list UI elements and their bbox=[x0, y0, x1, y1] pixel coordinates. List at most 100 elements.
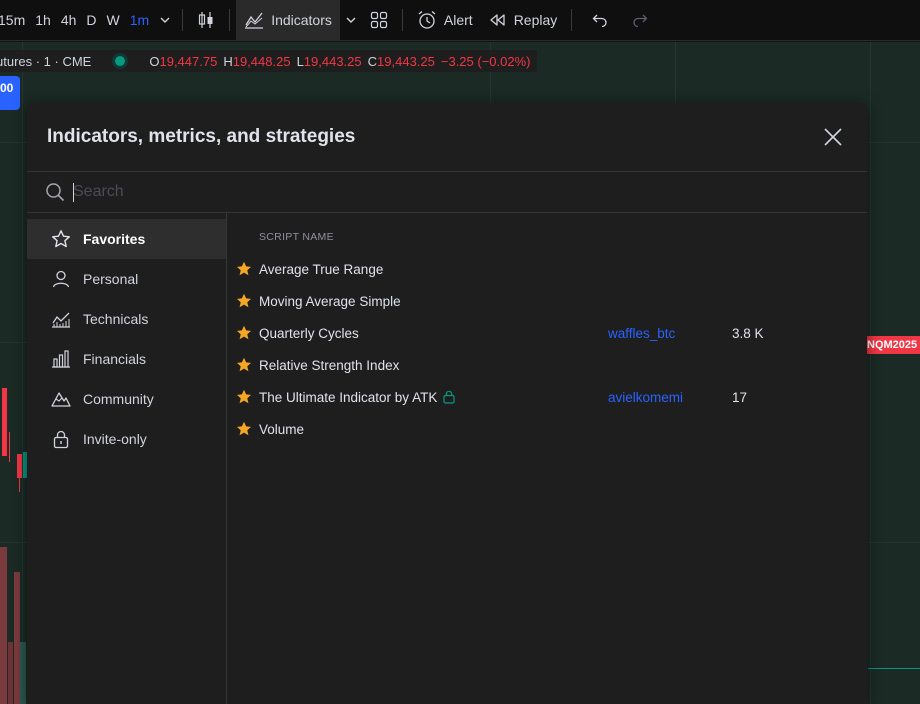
script-row[interactable]: Average True Range bbox=[227, 253, 867, 285]
script-name: Quarterly Cycles bbox=[259, 325, 359, 341]
sidebar-item-technicals[interactable]: Technicals bbox=[27, 299, 226, 339]
symbol-name: utures · 1 · CME bbox=[0, 53, 92, 69]
timeframe-dropdown-button[interactable] bbox=[154, 0, 176, 41]
low-key: L bbox=[296, 53, 304, 69]
layout-button[interactable] bbox=[362, 0, 396, 41]
candle bbox=[2, 388, 7, 456]
search-icon bbox=[46, 183, 65, 202]
lock-icon bbox=[443, 390, 455, 404]
volume-bar bbox=[0, 547, 7, 704]
mountain-icon bbox=[51, 392, 71, 407]
open-value: 19,447.75 bbox=[159, 53, 218, 69]
sidebar-item-personal[interactable]: Personal bbox=[27, 259, 226, 299]
sidebar-item-invite-only[interactable]: Invite-only bbox=[27, 419, 226, 459]
candles-icon bbox=[199, 12, 213, 28]
category-sidebar: Favorites Personal Technicals Financials… bbox=[27, 213, 227, 704]
redo-button[interactable] bbox=[622, 0, 658, 41]
sidebar-item-financials[interactable]: Financials bbox=[27, 339, 226, 379]
timeframe-4h[interactable]: 4h bbox=[56, 0, 82, 41]
high-key: H bbox=[223, 53, 233, 69]
indicator-line bbox=[868, 668, 920, 669]
script-row[interactable]: The Ultimate Indicator by ATK avielkomem… bbox=[227, 381, 867, 413]
low-value: 19,443.25 bbox=[303, 53, 362, 69]
price-line-badge[interactable]: 00 bbox=[0, 76, 20, 110]
star-filled-icon[interactable] bbox=[236, 421, 252, 437]
indicators-dialog: Indicators, metrics, and strategies Favo… bbox=[27, 103, 867, 704]
star-outline-icon bbox=[52, 230, 70, 248]
alarm-clock-icon bbox=[418, 11, 436, 29]
sidebar-item-label: Invite-only bbox=[83, 431, 147, 447]
chevron-down-icon bbox=[160, 17, 170, 23]
toolbar-divider bbox=[571, 9, 573, 31]
volume-bar bbox=[20, 642, 26, 704]
star-filled-icon[interactable] bbox=[236, 325, 252, 341]
close-value: 19,443.25 bbox=[377, 53, 435, 69]
script-author-link[interactable]: avielkomemi bbox=[608, 390, 683, 405]
sidebar-item-favorites[interactable]: Favorites bbox=[27, 219, 226, 259]
dialog-title: Indicators, metrics, and strategies bbox=[47, 126, 356, 147]
script-name: Relative Strength Index bbox=[259, 357, 400, 373]
lock-icon bbox=[53, 430, 69, 449]
timeframe-w[interactable]: W bbox=[102, 0, 125, 41]
script-row[interactable]: Relative Strength Index bbox=[227, 349, 867, 381]
replay-button[interactable]: Replay bbox=[481, 0, 566, 41]
indicators-dropdown-button[interactable] bbox=[340, 0, 362, 41]
symbol-price-label: NQM2025 bbox=[865, 336, 920, 354]
sidebar-item-label: Community bbox=[83, 391, 154, 407]
text-caret bbox=[73, 183, 74, 202]
script-users-count: 17 bbox=[732, 389, 748, 405]
undo-icon bbox=[592, 14, 607, 27]
timeframe-d[interactable]: D bbox=[81, 0, 101, 41]
dialog-body: Favorites Personal Technicals Financials… bbox=[27, 213, 867, 704]
alert-label: Alert bbox=[443, 12, 473, 28]
dialog-header: Indicators, metrics, and strategies bbox=[27, 103, 867, 172]
star-filled-icon[interactable] bbox=[236, 357, 252, 373]
user-icon bbox=[52, 270, 70, 288]
script-name: The Ultimate Indicator by ATK bbox=[259, 389, 438, 405]
sidebar-item-community[interactable]: Community bbox=[27, 379, 226, 419]
star-filled-icon[interactable] bbox=[236, 293, 252, 309]
star-filled-icon[interactable] bbox=[236, 389, 252, 405]
column-header-script-name: SCRIPT NAME bbox=[259, 231, 334, 243]
undo-button[interactable] bbox=[578, 0, 622, 41]
toolbar-divider bbox=[229, 9, 231, 31]
redo-icon bbox=[633, 14, 648, 27]
script-name: Volume bbox=[259, 421, 305, 437]
bar-chart-icon bbox=[52, 350, 70, 368]
script-list: SCRIPT NAME Average True Range Moving Av… bbox=[227, 213, 867, 704]
script-row[interactable]: Quarterly Cycles waffles_btc 3.8 K bbox=[227, 317, 867, 349]
indicators-icon bbox=[245, 12, 264, 29]
script-name: Average True Range bbox=[259, 261, 384, 277]
timeframe-1m[interactable]: 1m bbox=[125, 0, 154, 41]
chart-line-icon bbox=[52, 312, 70, 328]
script-row[interactable]: Volume bbox=[227, 413, 867, 445]
search-row bbox=[27, 172, 867, 213]
top-toolbar: 15m 1h 4h D W 1m Indicators Alert Replay bbox=[0, 0, 920, 41]
close-icon[interactable] bbox=[823, 127, 843, 147]
change-value: −3.25 (−0.02%) bbox=[440, 53, 531, 69]
volume-bar bbox=[8, 642, 13, 704]
script-name: Moving Average Simple bbox=[259, 293, 401, 309]
rewind-icon bbox=[490, 14, 505, 26]
timeframe-15m[interactable]: 15m bbox=[0, 0, 30, 41]
high-value: 19,448.25 bbox=[232, 53, 291, 69]
indicators-label: Indicators bbox=[271, 12, 332, 28]
close-key: C bbox=[367, 53, 378, 69]
toolbar-divider bbox=[401, 9, 403, 31]
sidebar-item-label: Technicals bbox=[83, 311, 149, 327]
indicators-button[interactable]: Indicators bbox=[236, 0, 340, 41]
search-input[interactable] bbox=[73, 180, 833, 204]
star-filled-icon[interactable] bbox=[236, 261, 252, 277]
alert-button[interactable]: Alert bbox=[409, 0, 481, 41]
script-name-wrap: The Ultimate Indicator by ATK bbox=[259, 390, 455, 405]
script-author-link[interactable]: waffles_btc bbox=[608, 326, 675, 341]
sidebar-item-label: Financials bbox=[83, 351, 147, 367]
layout-grid-icon bbox=[370, 11, 387, 29]
symbol-legend[interactable]: utures · 1 · CME O 19,447.75 H 19,448.25 L… bbox=[0, 50, 537, 72]
timeframe-1h[interactable]: 1h bbox=[30, 0, 56, 41]
sidebar-item-label: Personal bbox=[83, 271, 139, 287]
script-users-count: 3.8 K bbox=[732, 325, 764, 341]
chart-type-button[interactable] bbox=[189, 0, 223, 41]
script-row[interactable]: Moving Average Simple bbox=[227, 285, 867, 317]
candle-wick bbox=[9, 432, 10, 462]
